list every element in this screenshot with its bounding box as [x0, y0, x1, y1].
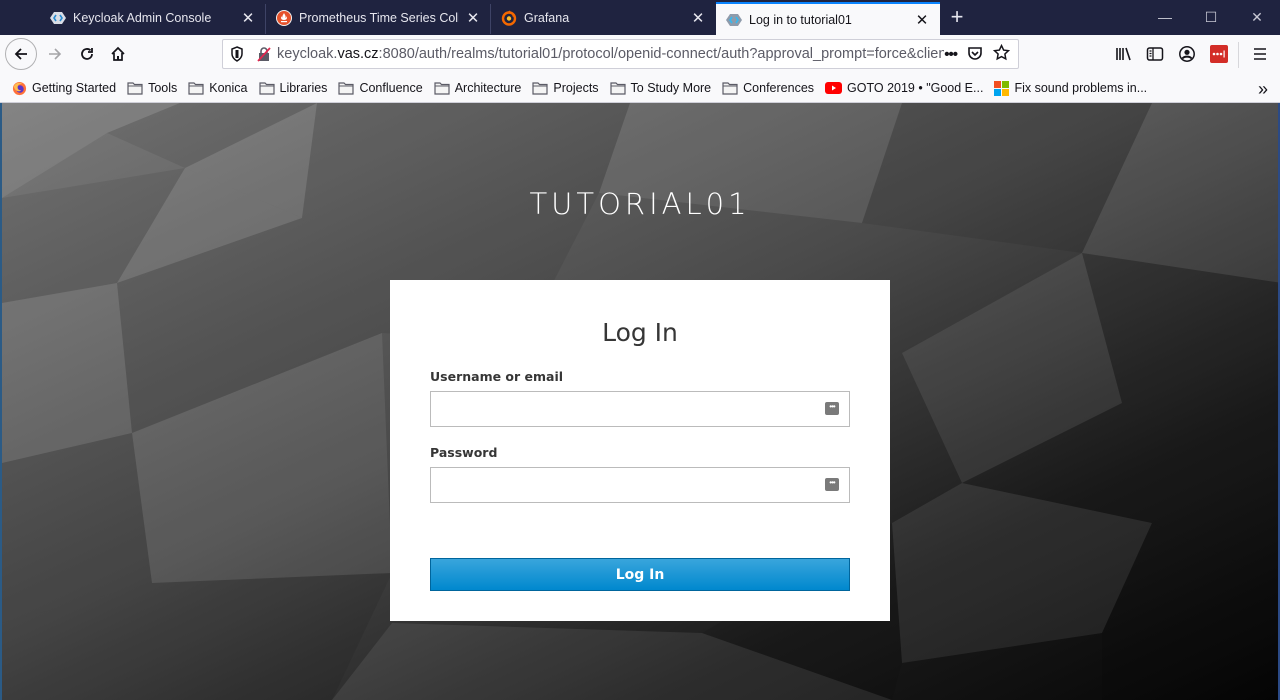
close-tab-icon[interactable]: ✕: [234, 9, 262, 27]
tab-login-tutorial01[interactable]: Log in to tutorial01 ✕: [716, 2, 940, 35]
folder-icon: [434, 81, 450, 95]
folder-icon: [188, 81, 204, 95]
back-button[interactable]: [5, 38, 37, 70]
bookmark-folder-libraries[interactable]: Libraries: [258, 81, 328, 95]
bookmark-label: Libraries: [279, 81, 328, 95]
firefox-icon: [12, 81, 27, 96]
tab-title: Grafana: [524, 11, 570, 25]
url-domain: vas.cz: [337, 46, 379, 62]
bookmark-label: Conferences: [743, 81, 815, 95]
bookmark-label: GOTO 2019 • "Good E...: [847, 81, 984, 95]
sidebar-icon[interactable]: [1145, 44, 1165, 64]
tab-grafana[interactable]: Grafana ✕: [491, 1, 716, 35]
home-icon: [111, 46, 125, 61]
password-manager-icon[interactable]: •••: [825, 402, 839, 415]
library-icon[interactable]: [1114, 44, 1134, 64]
password-field[interactable]: •••: [430, 467, 850, 503]
bookmark-label: Projects: [553, 81, 599, 95]
bookmark-label: Fix sound problems in...: [1014, 81, 1148, 95]
keycloak-icon: [726, 12, 742, 28]
url-path: :8080/auth/realms/tutorial01/protocol/op…: [378, 46, 945, 62]
username-input[interactable]: [431, 392, 849, 426]
tab-keycloak-admin[interactable]: Keycloak Admin Console ✕: [40, 1, 266, 35]
minimize-button[interactable]: —: [1142, 0, 1188, 35]
folder-icon: [532, 81, 548, 95]
bookmark-getting-started[interactable]: Getting Started: [12, 81, 116, 96]
username-field[interactable]: •••: [430, 391, 850, 427]
url-text[interactable]: keycloak.vas.cz:8080/auth/realms/tutoria…: [277, 46, 944, 62]
arrow-left-icon: [14, 48, 27, 60]
tracking-protection-shield-icon[interactable]: [223, 46, 251, 62]
new-tab-button[interactable]: +: [944, 4, 970, 30]
login-heading: Log In: [602, 318, 678, 347]
tab-title: Prometheus Time Series Collection: [299, 11, 459, 25]
bookmark-label: To Study More: [630, 81, 712, 95]
bookmark-label: Confluence: [359, 81, 423, 95]
windows-icon: [994, 80, 1010, 96]
folder-icon: [258, 81, 275, 95]
bookmark-folder-tools[interactable]: Tools: [127, 81, 177, 95]
folder-icon: [127, 81, 143, 95]
reload-button[interactable]: [72, 39, 102, 69]
page-actions-menu-icon[interactable]: •••: [944, 46, 958, 63]
tab-prometheus[interactable]: Prometheus Time Series Collection ✕: [266, 1, 491, 35]
bookmark-folder-projects[interactable]: Projects: [532, 81, 599, 95]
tab-title: Log in to tutorial01: [749, 12, 852, 27]
youtube-icon: [825, 82, 843, 94]
reload-icon: [81, 48, 93, 60]
bookmark-fix-sound-problems[interactable]: Fix sound problems in...: [994, 80, 1148, 96]
bookmarks-toolbar: Getting Started Tools Konica Libraries C…: [0, 74, 1280, 103]
tab-title: Keycloak Admin Console: [73, 11, 212, 25]
bookmarks-overflow-chevron-icon[interactable]: »: [1258, 79, 1268, 100]
maximize-button[interactable]: ☐: [1188, 0, 1234, 35]
url-bar[interactable]: keycloak.vas.cz:8080/auth/realms/tutoria…: [222, 39, 1019, 69]
password-input[interactable]: [431, 468, 849, 502]
navigation-toolbar: keycloak.vas.cz:8080/auth/realms/tutoria…: [0, 35, 1280, 74]
page-content: TUTORIAL01 Log In Username or email ••• …: [0, 103, 1280, 700]
bookmark-folder-conferences[interactable]: Conferences: [722, 81, 814, 95]
bookmark-label: Konica: [209, 81, 248, 95]
password-manager-icon[interactable]: •••: [825, 478, 839, 491]
lastpass-extension-icon[interactable]: [1209, 44, 1229, 64]
bookmark-star-icon[interactable]: [992, 43, 1011, 64]
login-button[interactable]: Log In: [430, 558, 850, 591]
pocket-icon[interactable]: [967, 45, 983, 64]
close-window-button[interactable]: ✕: [1234, 0, 1280, 35]
keycloak-icon: [50, 10, 66, 26]
folder-icon: [609, 81, 626, 95]
grafana-icon: [501, 10, 517, 26]
url-subdomain: keycloak.: [277, 46, 338, 62]
folder-icon: [338, 81, 355, 95]
bookmark-folder-konica[interactable]: Konica: [188, 81, 248, 95]
tab-strip: Keycloak Admin Console ✕ Prometheus Time…: [0, 0, 1280, 35]
folder-icon: [722, 81, 738, 95]
username-label: Username or email: [430, 369, 564, 384]
forward-button[interactable]: [40, 39, 70, 69]
home-button[interactable]: [103, 39, 133, 69]
bookmark-goto-2019[interactable]: GOTO 2019 • "Good E...: [825, 81, 983, 95]
bookmark-label: Getting Started: [32, 81, 117, 95]
bookmark-label: Tools: [148, 81, 178, 95]
toolbar-divider: [1238, 42, 1239, 68]
bookmark-folder-confluence[interactable]: Confluence: [338, 81, 423, 95]
close-tab-icon[interactable]: ✕: [459, 9, 487, 27]
password-label: Password: [430, 445, 498, 460]
account-icon[interactable]: [1177, 44, 1197, 64]
realm-title: TUTORIAL01: [529, 187, 751, 221]
insecure-lock-icon[interactable]: [251, 46, 277, 62]
bookmark-folder-to-study-more[interactable]: To Study More: [609, 81, 712, 95]
close-tab-icon[interactable]: ✕: [684, 9, 712, 27]
close-tab-icon[interactable]: ✕: [908, 11, 936, 29]
login-card: Log In Username or email ••• Password ••…: [390, 280, 890, 621]
bookmark-label: Architecture: [454, 81, 522, 95]
bookmark-folder-architecture[interactable]: Architecture: [434, 81, 522, 95]
prometheus-icon: [276, 10, 292, 26]
arrow-right-icon: [49, 48, 62, 60]
hamburger-menu-icon[interactable]: [1250, 44, 1270, 64]
